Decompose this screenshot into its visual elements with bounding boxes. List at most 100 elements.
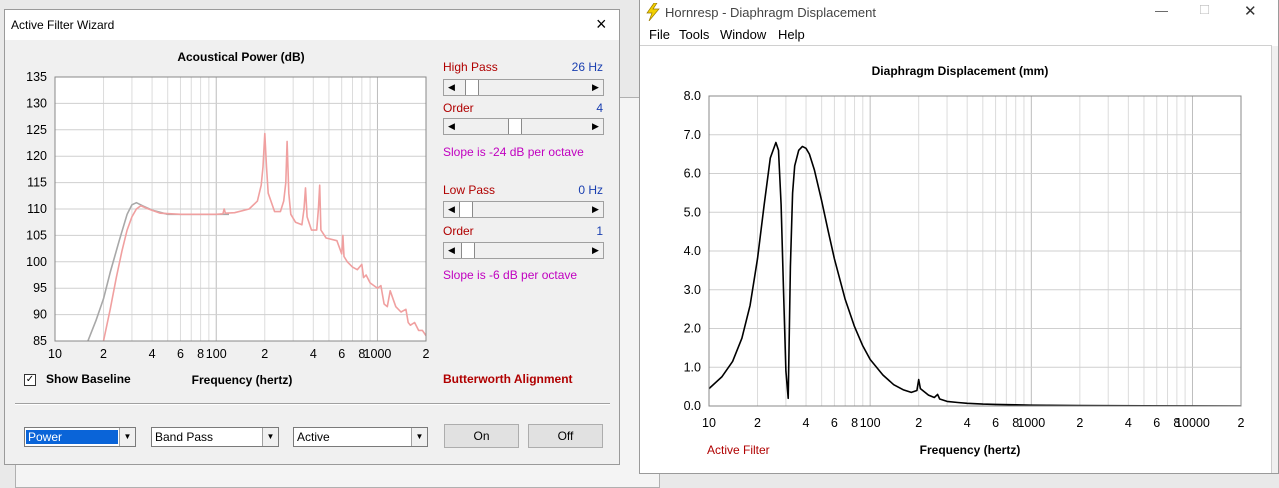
- wizard-titlebar[interactable]: Active Filter Wizard ×: [5, 10, 619, 40]
- x-tick-label: 6: [338, 347, 345, 361]
- scroll-right-icon[interactable]: ▶: [588, 202, 603, 217]
- minimize-icon[interactable]: —: [1155, 3, 1168, 18]
- x-tick-label: 2: [261, 347, 268, 361]
- low-pass-order-slider[interactable]: ◀ ▶: [443, 242, 604, 259]
- y-tick-label: 135: [26, 70, 47, 84]
- x-tick-label: 6: [1153, 416, 1160, 430]
- y-tick-label: 95: [33, 281, 47, 295]
- y-tick-label: 110: [27, 202, 47, 216]
- high-pass-value: 26 Hz: [571, 60, 603, 74]
- x-tick-label: 10: [48, 347, 62, 361]
- high-pass-order-slider[interactable]: ◀ ▶: [443, 118, 604, 135]
- y-tick-label: 2.0: [684, 322, 701, 336]
- low-pass-slider-thumb[interactable]: [459, 202, 473, 217]
- high-pass-label: High Pass: [443, 60, 498, 74]
- y-tick-label: 90: [33, 308, 47, 322]
- scroll-left-icon[interactable]: ◀: [444, 119, 459, 134]
- maximize-icon[interactable]: □: [1200, 1, 1209, 18]
- x-tick-label: 6: [177, 347, 184, 361]
- lightning-icon: [646, 3, 660, 21]
- filter-type-combobox-value: Band Pass: [155, 430, 214, 444]
- wizard-title: Active Filter Wizard: [11, 18, 115, 32]
- low-pass-label: Low Pass: [443, 183, 496, 197]
- y-tick-label: 4.0: [684, 244, 701, 258]
- filter-type-combobox[interactable]: Band Pass ▼: [151, 427, 279, 447]
- high-pass-slider[interactable]: ◀ ▶: [443, 79, 604, 96]
- hornresp-titlebar[interactable]: Hornresp - Diaphragm Displacement — □ ✕: [640, 0, 1278, 24]
- low-pass-order-slider-thumb[interactable]: [461, 243, 476, 258]
- right-scrollbar-strip: [1271, 46, 1278, 473]
- acoustical-power-chart: 85909510010511011512012513013510 2 4 6 8 100 2…: [26, 70, 430, 361]
- y-tick-label: 120: [26, 149, 47, 163]
- scroll-right-icon[interactable]: ▶: [588, 119, 603, 134]
- x-tick-label: 4: [1125, 416, 1132, 430]
- show-baseline-label[interactable]: Show Baseline: [46, 372, 131, 386]
- y-tick-label: 115: [27, 176, 47, 190]
- active-filter-label: Active Filter: [707, 443, 770, 457]
- wizard-xlabel: Frequency (hertz): [191, 373, 293, 387]
- high-pass-order-slider-thumb[interactable]: [508, 119, 523, 134]
- x-tick-label: 2: [1238, 416, 1245, 430]
- menu-tools[interactable]: Tools: [679, 27, 709, 42]
- y-tick-label: 130: [26, 96, 47, 110]
- show-baseline-checkbox[interactable]: ✓: [24, 374, 36, 386]
- wizard-plot-title: Acoustical Power (dB): [177, 50, 305, 64]
- x-tick-label: 2: [1076, 416, 1083, 430]
- x-tick-label: 2: [423, 347, 430, 361]
- x-tick-label: 100: [206, 347, 227, 361]
- x-tick-label: 4: [149, 347, 156, 361]
- x-tick-label: 100: [860, 416, 881, 430]
- close-icon[interactable]: ✕: [1244, 2, 1257, 20]
- y-tick-label: 85: [33, 334, 47, 348]
- mode-combobox-value: Active: [297, 430, 330, 444]
- y-tick-label: 100: [26, 255, 47, 269]
- type-combobox[interactable]: Power ▼: [24, 427, 136, 447]
- x-tick-label: 1000: [364, 347, 392, 361]
- high-pass-slope-text: Slope is -24 dB per octave: [443, 145, 584, 159]
- menu-window[interactable]: Window: [720, 27, 766, 42]
- scroll-right-icon[interactable]: ▶: [588, 80, 603, 95]
- low-pass-slider[interactable]: ◀ ▶: [443, 201, 604, 218]
- off-button[interactable]: Off: [528, 424, 603, 448]
- x-tick-label: 4: [803, 416, 810, 430]
- x-tick-label: 10: [702, 416, 716, 430]
- on-button[interactable]: On: [444, 424, 519, 448]
- close-icon[interactable]: ×: [596, 15, 607, 33]
- low-pass-order-label: Order: [443, 224, 474, 238]
- y-tick-label: 125: [26, 123, 47, 137]
- chevron-down-icon[interactable]: ▼: [119, 428, 135, 446]
- scroll-left-icon[interactable]: ◀: [444, 80, 459, 95]
- x-tick-label: 6: [831, 416, 838, 430]
- x-tick-label: 4: [964, 416, 971, 430]
- y-tick-label: 3.0: [684, 283, 701, 297]
- mode-combobox[interactable]: Active ▼: [293, 427, 428, 447]
- high-pass-order-value: 4: [596, 101, 603, 115]
- x-tick-label: 2: [754, 416, 761, 430]
- x-tick-label: 1000: [1017, 416, 1045, 430]
- chevron-down-icon[interactable]: ▼: [411, 428, 427, 446]
- y-tick-label: 5.0: [684, 205, 701, 219]
- y-tick-label: 8.0: [684, 89, 701, 103]
- low-pass-value: 0 Hz: [578, 183, 603, 197]
- type-combobox-value: Power: [26, 430, 118, 444]
- x-tick-label: 2: [915, 416, 922, 430]
- alignment-label: Butterworth Alignment: [443, 372, 573, 386]
- high-pass-order-label: Order: [443, 101, 474, 115]
- active-filter-wizard-window: Active Filter Wizard × Acoustical Power …: [4, 9, 620, 465]
- y-tick-label: 1.0: [684, 360, 701, 374]
- menu-help[interactable]: Help: [778, 27, 805, 42]
- menu-file[interactable]: File: [649, 27, 670, 42]
- chevron-down-icon[interactable]: ▼: [262, 428, 278, 446]
- hornresp-title: Hornresp - Diaphragm Displacement: [665, 5, 876, 20]
- hornresp-window: Hornresp - Diaphragm Displacement — □ ✕ …: [639, 0, 1279, 474]
- y-tick-label: 6.0: [684, 167, 701, 181]
- y-tick-label: 0.0: [684, 399, 701, 413]
- x-tick-label: 6: [992, 416, 999, 430]
- x-tick-label: 2: [100, 347, 107, 361]
- x-tick-label: 4: [310, 347, 317, 361]
- scroll-right-icon[interactable]: ▶: [588, 243, 603, 258]
- scroll-left-icon[interactable]: ◀: [444, 243, 459, 258]
- x-tick-label: 10000: [1175, 416, 1210, 430]
- scroll-left-icon[interactable]: ◀: [444, 202, 459, 217]
- high-pass-slider-thumb[interactable]: [464, 80, 479, 95]
